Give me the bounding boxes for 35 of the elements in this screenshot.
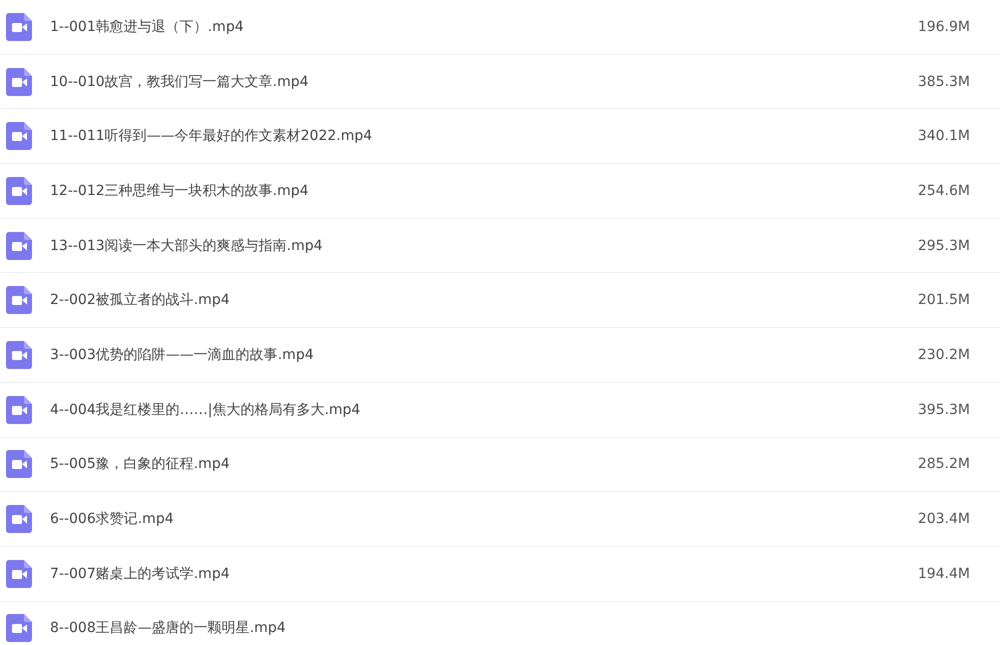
- video-file-icon: [6, 232, 32, 260]
- file-size: 254.6M: [916, 182, 971, 199]
- file-name[interactable]: 8--008王昌龄—盛唐的一颗明星.mp4: [50, 619, 820, 638]
- file-size: 196.9M: [916, 18, 971, 35]
- file-size: 201.5M: [916, 292, 971, 308]
- video-file-icon: [6, 286, 32, 314]
- file-name[interactable]: 7--007赌桌上的考试学.mp4: [50, 564, 820, 583]
- video-file-icon: [6, 176, 32, 205]
- video-file-icon: [6, 122, 32, 150]
- file-name[interactable]: 12--012三种思维与一块积木的故事.mp4: [50, 182, 820, 200]
- file-name[interactable]: 4--004我是红楼里的……|焦大的格局有多大.mp4: [50, 400, 820, 419]
- file-size: 194.4M: [916, 566, 971, 582]
- file-name[interactable]: 11--011听得到——今年最好的作文素材2022.mp4: [50, 127, 820, 146]
- file-name[interactable]: 3--003优势的陷阱——一滴血的故事.mp4: [50, 346, 820, 364]
- file-size: 230.2M: [916, 346, 971, 363]
- video-file-icon: [6, 340, 32, 369]
- video-file-icon: [6, 396, 32, 424]
- file-size: 340.1M: [916, 128, 971, 144]
- file-name[interactable]: 13--013阅读一本大部头的爽感与指南.mp4: [50, 236, 820, 255]
- video-file-icon: [6, 505, 32, 534]
- file-name[interactable]: 5--005豫，白象的征程.mp4: [50, 455, 820, 474]
- file-size: 295.3M: [916, 238, 971, 254]
- file-size: 395.3M: [916, 402, 971, 418]
- file-name[interactable]: 10--010故宫，教我们写一篇大文章.mp4: [50, 72, 820, 91]
- file-name[interactable]: 1--001韩愈进与退（下）.mp4: [50, 18, 820, 36]
- file-size: 285.2M: [916, 456, 971, 472]
- video-file-icon: [6, 68, 32, 96]
- file-size: 385.3M: [916, 74, 971, 90]
- video-file-icon: [6, 450, 32, 478]
- file-name[interactable]: 6--006求赞记.mp4: [50, 510, 820, 528]
- video-file-icon: [6, 614, 32, 642]
- file-name[interactable]: 2--002被孤立者的战斗.mp4: [50, 291, 820, 310]
- file-size: 203.4M: [916, 511, 971, 528]
- video-file-icon: [6, 12, 32, 41]
- video-file-icon: [6, 560, 32, 588]
